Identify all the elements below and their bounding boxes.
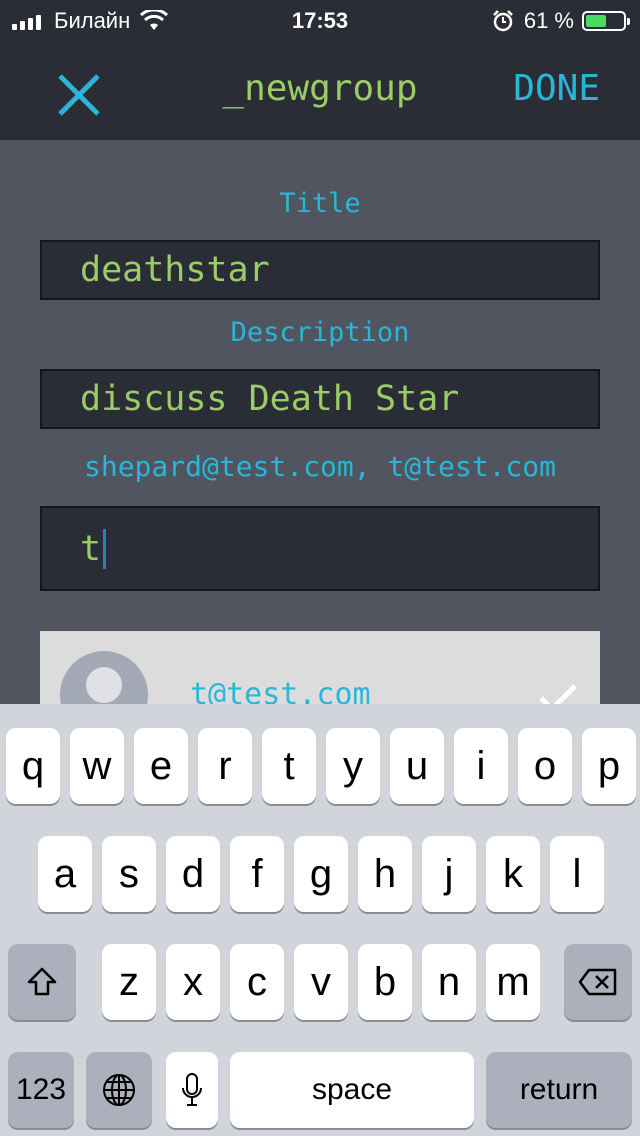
title-label: Title — [279, 188, 361, 219]
key-m[interactable]: m — [486, 944, 540, 1020]
title-input-value: deathstar — [80, 250, 270, 290]
checkmark-icon — [539, 684, 577, 704]
keyboard: 123 space return qwertyuiop asdfghjkl zxcv… — [0, 704, 640, 1136]
battery-icon — [582, 11, 630, 31]
nav-bar: _newgroup DONE — [0, 40, 640, 140]
key-z[interactable]: z — [102, 944, 156, 1020]
space-key[interactable]: space — [230, 1052, 474, 1128]
shift-icon[interactable] — [8, 944, 76, 1020]
battery-percent: 61 % — [523, 8, 574, 33]
key-e[interactable]: e — [134, 728, 188, 804]
key-i[interactable]: i — [454, 728, 508, 804]
return-key[interactable]: return — [486, 1052, 632, 1128]
key-a[interactable]: a — [38, 836, 92, 912]
key-n[interactable]: n — [422, 944, 476, 1020]
key-s[interactable]: s — [102, 836, 156, 912]
key-b[interactable]: b — [358, 944, 412, 1020]
member-search-value: t — [80, 528, 102, 569]
key-w[interactable]: w — [70, 728, 124, 804]
key-x[interactable]: x — [166, 944, 220, 1020]
description-input[interactable]: discuss Death Star — [40, 369, 600, 429]
key-o[interactable]: o — [518, 728, 572, 804]
status-bar: Билайн 17:53 61 % — [0, 0, 640, 40]
key-j[interactable]: j — [422, 836, 476, 912]
description-input-value: discuss Death Star — [80, 379, 460, 419]
key-g[interactable]: g — [294, 836, 348, 912]
alarm-icon — [492, 10, 513, 32]
user-avatar-icon — [60, 651, 148, 704]
done-button[interactable]: DONE — [513, 68, 600, 109]
members-list-text: shepard@test.com, t@test.com — [83, 450, 556, 483]
key-t[interactable]: t — [262, 728, 316, 804]
key-p[interactable]: p — [582, 728, 636, 804]
description-label: Description — [230, 317, 410, 348]
key-u[interactable]: u — [390, 728, 444, 804]
text-cursor — [103, 528, 107, 569]
key-c[interactable]: c — [230, 944, 284, 1020]
numbers-key[interactable]: 123 — [8, 1052, 74, 1128]
backspace-icon[interactable] — [564, 944, 632, 1020]
title-input[interactable]: deathstar — [40, 240, 600, 300]
key-k[interactable]: k — [486, 836, 540, 912]
key-f[interactable]: f — [230, 836, 284, 912]
key-y[interactable]: y — [326, 728, 380, 804]
group-form: Title deathstar Description discuss Deat… — [0, 140, 640, 704]
battery-fill — [586, 15, 607, 27]
key-r[interactable]: r — [198, 728, 252, 804]
key-h[interactable]: h — [358, 836, 412, 912]
suggestion-item[interactable]: t@test.com — [40, 631, 600, 704]
globe-icon[interactable] — [86, 1052, 152, 1128]
member-search-input[interactable]: t — [40, 506, 600, 591]
key-d[interactable]: d — [166, 836, 220, 912]
key-l[interactable]: l — [550, 836, 604, 912]
microphone-icon[interactable] — [166, 1052, 218, 1128]
suggestion-email: t@test.com — [190, 677, 371, 704]
key-q[interactable]: q — [6, 728, 60, 804]
key-v[interactable]: v — [294, 944, 348, 1020]
